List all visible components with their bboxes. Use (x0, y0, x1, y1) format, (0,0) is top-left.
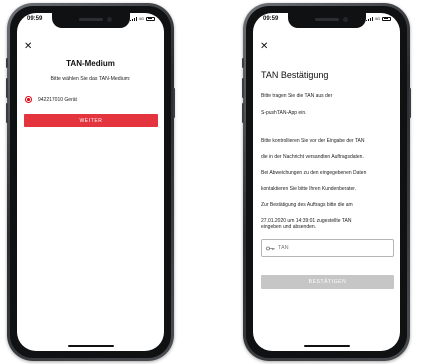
tan-medium-radio[interactable] (25, 96, 32, 103)
network-label: 4G (374, 16, 380, 21)
battery-icon (382, 16, 391, 21)
body-text-line: eingeben und absenden. (261, 224, 317, 230)
intro-text-line: Bitte tragen Sie die TAN aus der (261, 93, 333, 99)
page-title: TAN Bestätigung (261, 70, 329, 80)
home-indicator[interactable] (303, 345, 350, 347)
confirm-button[interactable]: BESTÄTIGEN (261, 275, 394, 289)
tan-medium-option-label[interactable]: 942217010 Gerät (38, 97, 77, 103)
page-subtitle: Bitte wählen Sie das TAN-Medium: (50, 76, 131, 82)
status-icons: 4G (129, 16, 155, 21)
volume-up-button (242, 78, 244, 98)
status-time: 09:59 (27, 16, 43, 22)
intro-text-line: S-pushTAN-App ein. (261, 110, 307, 116)
battery-icon (146, 16, 155, 21)
phone-bezel: 09:59 4G ✕ TAN-Medium Bitte wählen Sie d… (10, 6, 171, 358)
tan-input-field[interactable] (261, 239, 394, 257)
home-indicator[interactable] (67, 345, 114, 347)
power-button (409, 88, 411, 118)
tan-input[interactable] (278, 245, 388, 251)
screen-tan-medium: 09:59 4G ✕ TAN-Medium Bitte wählen Sie d… (17, 13, 164, 351)
continue-button[interactable]: WEITER (24, 114, 158, 127)
close-icon[interactable]: ✕ (24, 42, 32, 52)
body-text-line: die in der Nachricht versandten Auftrags… (261, 154, 364, 160)
signal-icon (365, 16, 373, 21)
body-text-line: Bei Abweichungen zu den eingegebenen Dat… (261, 170, 367, 176)
status-icons: 4G (365, 16, 391, 21)
notch (287, 13, 366, 28)
phone-frame-right: 09:59 4G ✕ TAN Bestätigung Bitte tragen … (242, 3, 411, 361)
phone-frame-left: 09:59 4G ✕ TAN-Medium Bitte wählen Sie d… (6, 3, 175, 361)
volume-down-button (242, 103, 244, 123)
notch (51, 13, 130, 28)
volume-down-button (6, 103, 8, 123)
close-icon[interactable]: ✕ (260, 42, 268, 52)
screen-tan-confirmation: 09:59 4G ✕ TAN Bestätigung Bitte tragen … (253, 13, 400, 351)
body-text-line: kontaktieren Sie bitte Ihren Kundenberat… (261, 186, 357, 192)
key-icon (266, 246, 275, 251)
body-text-line: Zur Bestätigung des Auftrags bitte die a… (261, 202, 353, 208)
mute-switch (242, 58, 244, 68)
network-label: 4G (138, 16, 144, 21)
body-text-line: Bitte kontrollieren Sie vor der Eingabe … (261, 138, 365, 144)
page-title: TAN-Medium (66, 59, 115, 68)
signal-icon (129, 16, 137, 21)
status-time: 09:59 (263, 16, 279, 22)
mute-switch (6, 58, 8, 68)
phone-bezel: 09:59 4G ✕ TAN Bestätigung Bitte tragen … (246, 6, 407, 358)
power-button (173, 88, 175, 118)
volume-up-button (6, 78, 8, 98)
